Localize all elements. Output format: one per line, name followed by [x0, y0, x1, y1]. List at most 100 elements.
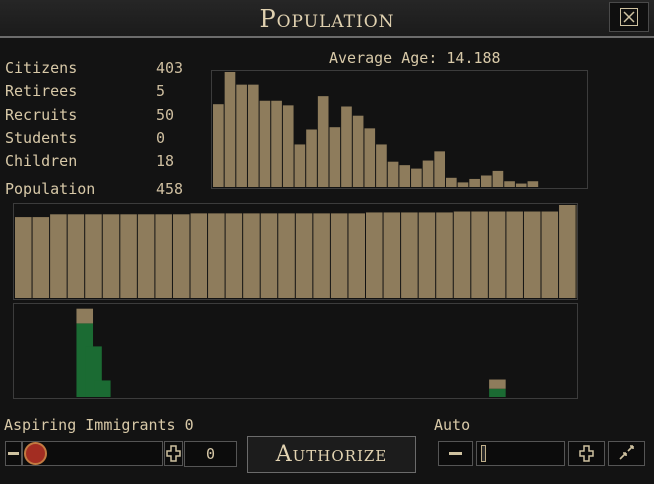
recent-changes-bar [94, 380, 111, 397]
title-bar: Population [0, 0, 654, 38]
plus-icon [166, 445, 181, 462]
population-history-bar [418, 212, 436, 298]
stat-value-recruits: 50 [156, 106, 175, 124]
population-history-svg [15, 205, 594, 298]
population-history-bar [401, 212, 418, 298]
recent-changes-svg [76, 308, 506, 397]
age-histogram-bar [376, 144, 387, 187]
recent-changes-bar [489, 388, 506, 397]
age-histogram-bar [306, 129, 317, 187]
population-history-bar [120, 214, 137, 298]
population-history-bar [523, 211, 541, 298]
minus-icon [8, 452, 19, 455]
stat-label-retirees: Retirees [5, 82, 78, 100]
age-histogram-bar [317, 96, 329, 187]
close-button[interactable] [609, 2, 649, 32]
population-history-bar [225, 213, 243, 298]
expand-button[interactable] [608, 441, 645, 466]
population-history-bar [243, 213, 260, 298]
age-histogram-bar [480, 175, 492, 187]
auto-slider-handle[interactable] [481, 445, 486, 462]
auto-decrease-button[interactable] [438, 441, 473, 466]
population-history-bar [102, 214, 120, 298]
age-histogram-bar [527, 181, 539, 187]
age-histogram-bar [469, 178, 480, 187]
population-history-bar [260, 213, 278, 298]
population-history-bar [488, 211, 506, 298]
population-history-bar [50, 214, 67, 298]
age-histogram-bar [457, 182, 469, 187]
stat-value-citizens: 403 [156, 59, 184, 77]
authorize-button[interactable]: Authorize [247, 436, 416, 473]
age-histogram-bar [422, 160, 434, 187]
population-label: Population [5, 180, 96, 198]
immigrants-count-field[interactable]: 0 [184, 441, 237, 467]
recent-changes-cap [489, 379, 506, 389]
population-history-bar [85, 214, 102, 298]
decrease-button[interactable] [5, 441, 22, 466]
age-histogram-bar [259, 100, 271, 187]
auto-increase-button[interactable] [568, 441, 605, 466]
age-histogram-bar [282, 105, 294, 187]
population-history-bar [15, 217, 32, 298]
age-histogram-bar [224, 72, 236, 187]
age-histogram-bar [352, 115, 364, 187]
age-histogram [211, 70, 588, 189]
age-histogram-bar [515, 183, 527, 187]
immigrants-slider-knob[interactable] [24, 442, 47, 465]
age-histogram-bar [504, 181, 515, 187]
stat-label-citizens: Citizens [5, 59, 78, 77]
population-history-bar [172, 214, 190, 298]
population-history-bar [190, 213, 208, 298]
population-history-bar [295, 213, 313, 298]
minus-icon [449, 452, 462, 455]
population-history-bar [278, 213, 295, 298]
age-histogram-bar [399, 165, 411, 187]
age-histogram-bar [387, 161, 399, 187]
population-history-bar [383, 212, 401, 298]
population-history-bar [137, 214, 155, 298]
plus-icon [579, 445, 594, 462]
age-histogram-bar [236, 84, 247, 187]
average-age-label: Average Age: 14.188 [329, 49, 501, 67]
population-history-bar [506, 211, 523, 298]
recent-changes-cap [76, 308, 94, 324]
age-histogram-svg [213, 72, 539, 187]
stat-value-children: 18 [156, 152, 175, 170]
population-history-bar [330, 213, 348, 298]
population-history-bar [348, 213, 365, 298]
stat-label-students: Students [5, 129, 78, 147]
age-histogram-bar [492, 170, 504, 187]
population-history-bar [366, 212, 383, 298]
population-history-bar [67, 214, 85, 298]
population-history-bar [155, 214, 172, 298]
age-histogram-bar [247, 84, 259, 187]
age-histogram-bar [294, 144, 306, 187]
window-title: Population [259, 5, 395, 33]
population-history-bar [313, 213, 330, 298]
stat-label-children: Children [5, 152, 78, 170]
stat-value-students: 0 [156, 129, 166, 147]
increase-button[interactable] [164, 441, 183, 466]
auto-slider-track[interactable] [476, 441, 565, 466]
population-history-bar [436, 212, 453, 298]
stat-value-retirees: 5 [156, 82, 166, 100]
population-history-bar [541, 211, 559, 298]
age-histogram-bar [271, 100, 282, 187]
recent-changes-chart [13, 303, 578, 399]
age-histogram-bar [329, 127, 341, 187]
age-histogram-bar [411, 168, 422, 187]
population-history-chart [13, 203, 594, 300]
arrows-icon [619, 445, 634, 460]
age-histogram-bar [364, 128, 376, 187]
age-histogram-bar [213, 104, 224, 187]
population-value: 458 [156, 180, 184, 198]
population-history-bar [32, 217, 50, 298]
close-x-icon [620, 8, 638, 26]
auto-label: Auto [434, 416, 471, 434]
population-history-bar [471, 211, 488, 298]
age-histogram-bar [446, 177, 457, 187]
age-histogram-bar [341, 106, 352, 187]
stat-label-recruits: Recruits [5, 106, 78, 124]
population-history-bar [453, 211, 471, 298]
